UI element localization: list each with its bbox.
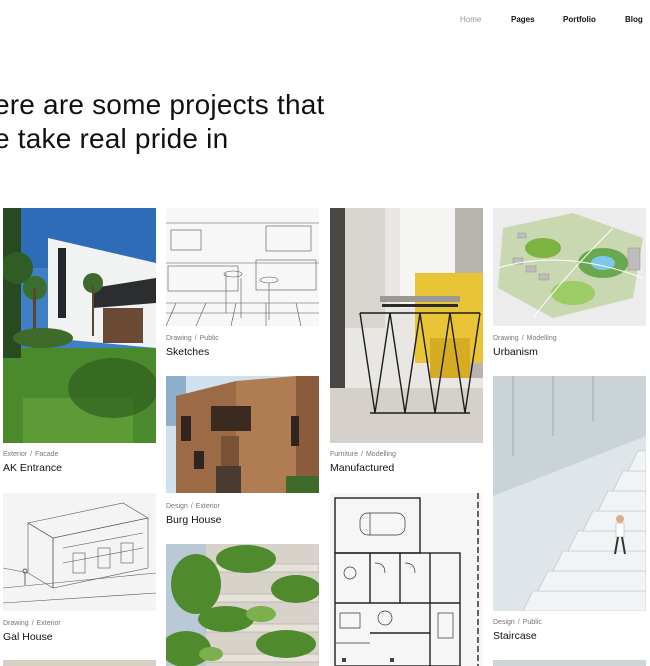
- project-title[interactable]: Sketches: [166, 346, 209, 358]
- project-subcategory[interactable]: Public: [200, 335, 219, 342]
- project-title[interactable]: Burg House: [166, 514, 221, 526]
- project-card-staircase[interactable]: Design / Public Staircase: [493, 376, 646, 646]
- project-category[interactable]: Drawing: [493, 335, 519, 342]
- project-category[interactable]: Design: [493, 619, 515, 626]
- project-category[interactable]: Drawing: [166, 335, 192, 342]
- project-subcategory[interactable]: Public: [523, 619, 542, 626]
- meta-separator: /: [521, 335, 524, 342]
- project-category[interactable]: Furniture: [330, 451, 358, 458]
- project-title[interactable]: AK Entrance: [3, 462, 62, 474]
- meta-separator: /: [190, 503, 193, 510]
- project-title[interactable]: Manufactured: [330, 462, 394, 474]
- nav-item-pages[interactable]: Pages: [511, 15, 535, 24]
- page-heading: ere are some projects that e take real p…: [0, 88, 414, 156]
- project-image-burg-house[interactable]: [166, 376, 319, 493]
- project-title[interactable]: Gal House: [3, 631, 53, 643]
- meta-separator: /: [194, 335, 197, 342]
- project-card-image-partial[interactable]: [493, 660, 646, 666]
- project-card-green-terraces[interactable]: [166, 544, 319, 666]
- project-meta: Exterior / Facade: [3, 451, 58, 458]
- meta-separator: /: [30, 451, 33, 458]
- project-card-image-partial[interactable]: [3, 660, 156, 666]
- project-image-gal-house[interactable]: [3, 493, 156, 611]
- top-navigation: Home Pages Portfolio Blog: [0, 15, 650, 27]
- project-image-green-terraces[interactable]: [166, 544, 319, 666]
- project-title[interactable]: Urbanism: [493, 346, 538, 358]
- project-category[interactable]: Drawing: [3, 620, 29, 627]
- project-meta: Drawing / Modelling: [493, 335, 557, 342]
- project-card-burg-house[interactable]: Design / Exterior Burg House: [166, 376, 319, 528]
- project-category[interactable]: Design: [166, 503, 188, 510]
- project-meta: Design / Public: [493, 619, 542, 626]
- meta-separator: /: [517, 619, 520, 626]
- project-meta: Drawing / Exterior: [3, 620, 61, 627]
- project-meta: Furniture / Modelling: [330, 451, 396, 458]
- project-image-staircase[interactable]: [493, 376, 646, 611]
- project-subcategory[interactable]: Modelling: [527, 335, 557, 342]
- project-card-floor-plan[interactable]: [330, 493, 483, 666]
- heading-line-2: e take real pride in: [0, 123, 229, 154]
- project-card-urbanism[interactable]: Drawing / Modelling Urbanism: [493, 208, 646, 360]
- project-card-ak-entrance[interactable]: Exterior / Facade AK Entrance: [3, 208, 156, 478]
- meta-separator: /: [31, 620, 34, 627]
- project-image-sketches[interactable]: [166, 208, 319, 326]
- project-subcategory[interactable]: Facade: [35, 451, 58, 458]
- project-image-ak-entrance[interactable]: [3, 208, 156, 443]
- heading-line-1: ere are some projects that: [0, 89, 325, 120]
- project-card-manufactured[interactable]: Furniture / Modelling Manufactured: [330, 208, 483, 478]
- project-image-urbanism[interactable]: [493, 208, 646, 326]
- nav-item-home[interactable]: Home: [460, 15, 481, 24]
- meta-separator: /: [361, 451, 363, 458]
- project-image-manufactured[interactable]: [330, 208, 483, 443]
- project-subcategory[interactable]: Exterior: [196, 503, 220, 510]
- project-image-floor-plan[interactable]: [330, 493, 483, 666]
- project-card-sketches[interactable]: Drawing / Public Sketches: [166, 208, 319, 360]
- project-subcategory[interactable]: Modelling: [366, 451, 396, 458]
- nav-item-portfolio[interactable]: Portfolio: [563, 15, 596, 24]
- project-card-gal-house[interactable]: Drawing / Exterior Gal House: [3, 493, 156, 645]
- project-subcategory[interactable]: Exterior: [37, 620, 61, 627]
- project-title[interactable]: Staircase: [493, 630, 537, 642]
- nav-item-blog[interactable]: Blog: [625, 15, 643, 24]
- project-meta: Design / Exterior: [166, 503, 220, 510]
- project-meta: Drawing / Public: [166, 335, 219, 342]
- project-category[interactable]: Exterior: [3, 451, 27, 458]
